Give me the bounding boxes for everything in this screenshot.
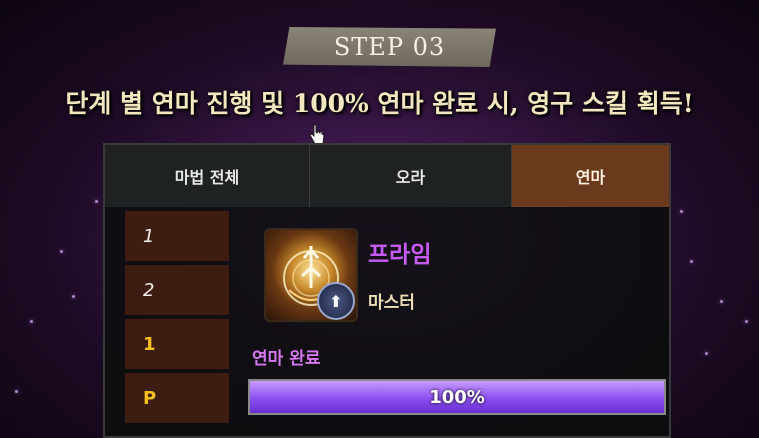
level-item[interactable]: 1 [125, 211, 229, 261]
level-item[interactable]: P [125, 373, 229, 423]
skill-panel: 마법 전체 오라 연마 1 2 1 P ⬆ 프라임 마스터 연마 완료 100% [103, 143, 671, 438]
step-label: STEP 03 [333, 33, 446, 61]
tab-aura[interactable]: 오라 [310, 145, 512, 207]
progress-text: 100% [429, 386, 485, 408]
level-list: 1 2 1 P [125, 211, 229, 427]
tab-all-magic[interactable]: 마법 전체 [105, 145, 310, 207]
skill-name: 프라임 [368, 242, 432, 268]
tab-refine[interactable]: 연마 [512, 145, 669, 207]
level-item[interactable]: 2 [125, 265, 229, 315]
mastery-progress-bar: 100% [248, 379, 666, 415]
tab-bar: 마법 전체 오라 연마 [105, 145, 669, 207]
skill-rank: 마스터 [368, 293, 415, 313]
upgrade-arrow-icon: ⬆ [317, 282, 355, 320]
mastery-label: 연마 완료 [252, 349, 321, 369]
level-item[interactable]: 1 [125, 319, 229, 369]
headline: 단계 별 연마 진행 및 100% 연마 완료 시, 영구 스킬 획득! [65, 89, 694, 118]
step-badge: STEP 03 [283, 27, 496, 67]
